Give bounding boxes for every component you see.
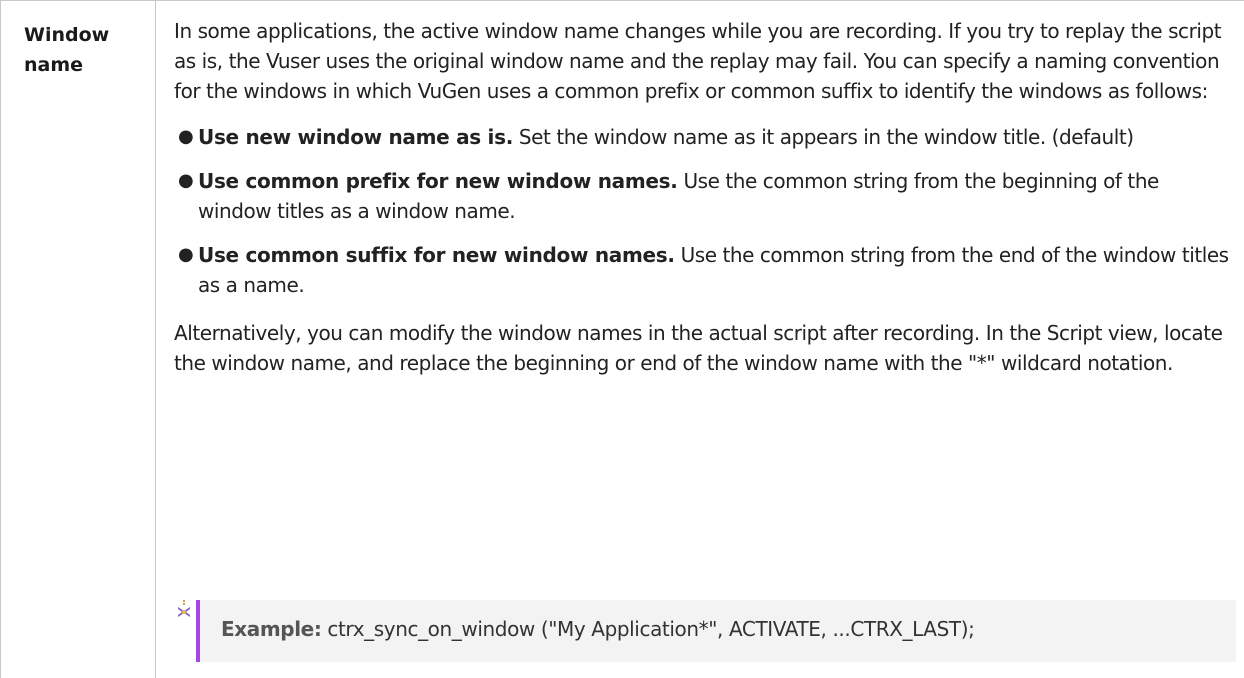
example-label: Example:: [221, 617, 322, 641]
row-label: Window name: [24, 24, 110, 76]
example-callout: Example: ctrx_sync_on_window ("My Applic…: [196, 600, 1236, 662]
bullet-icon: ●: [178, 170, 194, 191]
naming-options-list: ● Use new window name as is. Set the win…: [174, 122, 1234, 300]
option-title: Use common prefix for new window names.: [198, 169, 678, 193]
bullet-icon: ●: [178, 126, 194, 147]
example-block: Example: ctrx_sync_on_window ("My Applic…: [174, 600, 1236, 662]
bullet-icon: ●: [178, 244, 194, 265]
list-item: ● Use common prefix for new window names…: [174, 166, 1234, 226]
example-icon: [176, 600, 192, 618]
table-column-divider: [155, 0, 156, 678]
list-item: ● Use common suffix for new window names…: [174, 240, 1234, 300]
example-code: ctrx_sync_on_window ("My Application*", …: [321, 617, 975, 641]
list-item: ● Use new window name as is. Set the win…: [174, 122, 1234, 152]
option-text: Set the window name as it appears in the…: [513, 125, 1134, 149]
table-left-border: [0, 0, 1, 678]
option-title: Use common suffix for new window names.: [198, 243, 675, 267]
intro-paragraph: In some applications, the active window …: [174, 19, 1222, 103]
table-top-border: [0, 0, 1244, 1]
option-title: Use new window name as is.: [198, 125, 514, 149]
row-description: In some applications, the active window …: [174, 16, 1234, 378]
alternative-paragraph: Alternatively, you can modify the window…: [174, 321, 1223, 375]
